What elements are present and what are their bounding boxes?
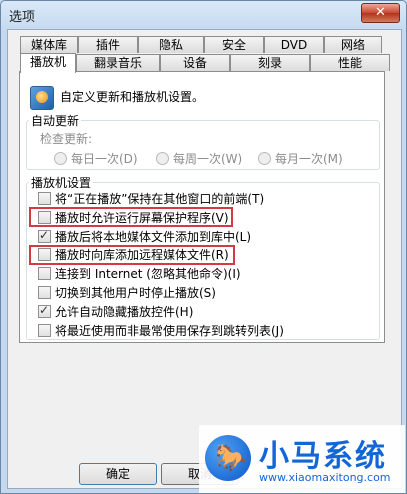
tab-rip-music[interactable]: 翻录音乐 bbox=[76, 54, 160, 71]
checkbox[interactable] bbox=[38, 267, 51, 281]
setting-checkbox-row[interactable]: 播放后将本地媒体文件添加到库中(L) bbox=[38, 228, 251, 245]
setting-label: 连接到 Internet (忽略其他命令)(I) bbox=[55, 267, 241, 282]
setting-label: 将“正在播放”保持在其他窗口的前端(T) bbox=[55, 192, 265, 206]
setting-checkbox-row[interactable]: 连接到 Internet (忽略其他命令)(I) bbox=[38, 265, 241, 282]
checkbox[interactable] bbox=[38, 286, 51, 299]
radio-weekly-label: 每周一次(W) bbox=[173, 152, 243, 166]
radio-monthly[interactable]: 每月一次(M) bbox=[258, 150, 343, 167]
tab-performance[interactable]: 性能 bbox=[310, 54, 390, 71]
setting-label: 播放后将本地媒体文件添加到库中(L) bbox=[55, 229, 252, 244]
player-settings-legend: 播放机设置 bbox=[31, 176, 92, 190]
watermark: 小马系统 www.xiaomaxitong.com bbox=[199, 425, 405, 493]
radio-weekly[interactable]: 每周一次(W) bbox=[156, 150, 242, 167]
close-button[interactable]: ✕ bbox=[361, 3, 400, 23]
radio-circle bbox=[156, 152, 169, 165]
tab-security[interactable]: 安全 bbox=[204, 36, 264, 53]
highlight-screensaver bbox=[29, 207, 233, 227]
highlight-remote-media bbox=[29, 245, 235, 265]
setting-checkbox-row[interactable]: 将“正在播放”保持在其他窗口的前端(T) bbox=[38, 190, 264, 207]
tab-library[interactable]: 媒体库 bbox=[20, 36, 78, 53]
tab-burn[interactable]: 刻录 bbox=[230, 54, 310, 71]
tab-plugins[interactable]: 插件 bbox=[78, 36, 138, 53]
tab-privacy[interactable]: 隐私 bbox=[138, 36, 204, 53]
setting-checkbox-row[interactable]: 切换到其他用户时停止播放(S) bbox=[38, 284, 216, 301]
radio-circle bbox=[54, 152, 67, 165]
checkbox[interactable] bbox=[38, 192, 51, 205]
radio-daily[interactable]: 每日一次(D) bbox=[54, 150, 138, 167]
title-bar[interactable]: 选项 ✕ bbox=[1, 1, 406, 29]
checkbox[interactable] bbox=[38, 228, 51, 243]
media-player-icon bbox=[30, 86, 54, 110]
tab-network[interactable]: 网络 bbox=[324, 36, 382, 53]
tab-devices[interactable]: 设备 bbox=[160, 54, 230, 71]
setting-label: 将最近使用而非最常使用保存到跳转列表(J) bbox=[55, 323, 284, 338]
window-title: 选项 bbox=[9, 10, 36, 25]
horse-icon bbox=[205, 435, 251, 481]
radio-circle bbox=[258, 152, 271, 165]
intro-text: 自定义更新和播放机设置。 bbox=[60, 90, 205, 104]
tab-player[interactable]: 播放机 bbox=[20, 53, 76, 73]
setting-checkbox-row[interactable]: 将最近使用而非最常使用保存到跳转列表(J) bbox=[38, 322, 284, 339]
tab-dvd[interactable]: DVD bbox=[264, 36, 324, 53]
watermark-url: www.xiaomaxitong.com bbox=[259, 471, 391, 484]
check-updates-label: 检查更新: bbox=[40, 132, 93, 146]
options-dialog: 选项 ✕ 媒体库 插件 隐私 安全 DVD 网络 播放机 翻录音乐 设备 刻录 … bbox=[0, 0, 407, 494]
radio-monthly-label: 每月一次(M) bbox=[275, 152, 343, 166]
checkbox[interactable] bbox=[38, 323, 51, 337]
setting-label: 切换到其他用户时停止播放(S) bbox=[55, 286, 216, 300]
setting-label: 允许自动隐藏播放控件(H) bbox=[55, 304, 194, 319]
ok-button[interactable]: 确定 bbox=[79, 463, 157, 485]
auto-update-legend: 自动更新 bbox=[31, 114, 80, 128]
watermark-name: 小马系统 bbox=[259, 439, 387, 474]
radio-daily-label: 每日一次(D) bbox=[71, 152, 138, 166]
checkbox[interactable] bbox=[38, 303, 51, 318]
setting-checkbox-row[interactable]: 允许自动隐藏播放控件(H) bbox=[38, 303, 193, 320]
